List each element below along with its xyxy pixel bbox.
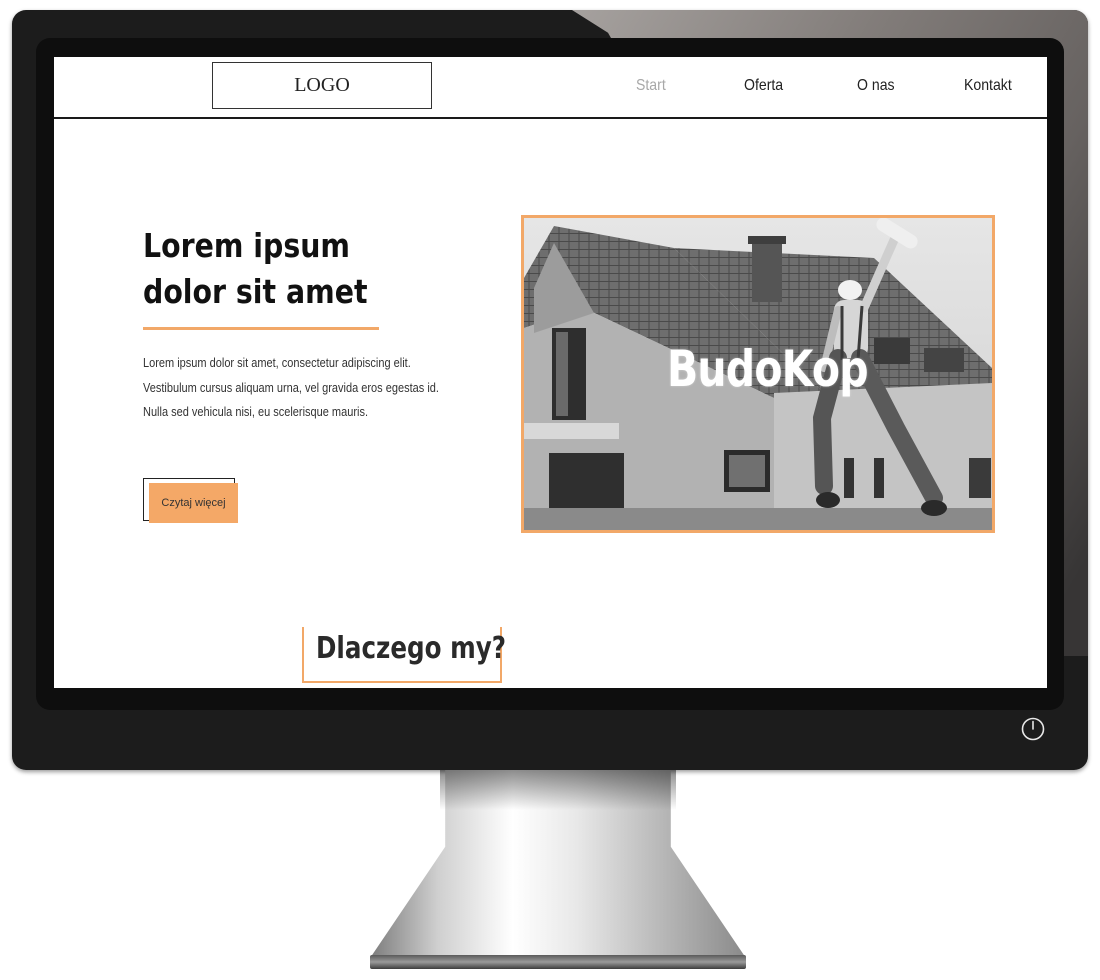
power-icon[interactable]	[1020, 716, 1046, 742]
hero-description: Lorem ipsum dolor sit amet, consectetur …	[143, 356, 439, 419]
nav-oferta[interactable]: Oferta	[744, 77, 783, 95]
site-logo[interactable]: LOGO	[212, 62, 432, 109]
read-more-button[interactable]: Czytaj więcej	[149, 483, 238, 523]
hero-title: Lorem ipsum dolor sit amet	[143, 223, 401, 315]
hero-image: BudoKop	[521, 215, 995, 533]
nav-kontakt[interactable]: Kontakt	[964, 77, 1012, 95]
site-header: LOGO Start Oferta O nas Kontakt	[54, 57, 1047, 119]
monitor-stand-shadow	[440, 770, 676, 810]
hero-title-line-2: dolor sit amet	[143, 272, 368, 311]
brand-overlay-text: BudoKop	[667, 340, 869, 398]
hero-title-underline	[143, 327, 379, 330]
nav-start[interactable]: Start	[636, 77, 666, 95]
monitor-stand-base	[370, 955, 746, 969]
website-screen: LOGO Start Oferta O nas Kontakt Lorem ip…	[54, 57, 1047, 688]
nav-o-nas[interactable]: O nas	[857, 77, 895, 95]
hero-title-line-1: Lorem ipsum	[143, 226, 350, 265]
why-us-heading: Dlaczego my?	[316, 631, 507, 666]
